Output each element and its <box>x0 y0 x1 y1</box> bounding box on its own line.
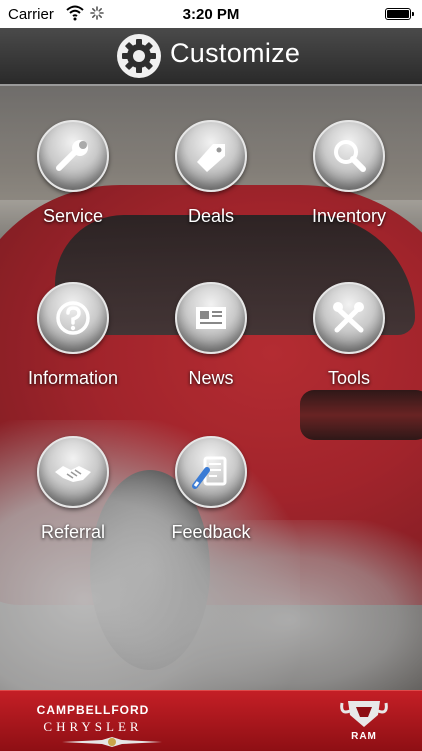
inventory-button[interactable] <box>313 120 385 192</box>
menu-item-referral[interactable]: Referral <box>8 436 138 576</box>
battery-icon <box>385 8 414 20</box>
ram-head-icon <box>340 701 388 727</box>
menu-label: Deals <box>187 206 235 226</box>
menu-item-tools[interactable]: Tools <box>284 282 414 422</box>
information-button[interactable] <box>37 282 109 354</box>
search-icon <box>334 140 366 172</box>
menu-item-inventory[interactable]: Inventory <box>284 120 414 260</box>
feedback-button[interactable] <box>175 436 247 508</box>
chrysler-wing-icon <box>62 737 162 747</box>
feedback-icon <box>192 456 227 489</box>
dealer-brand: CHRYSLER <box>43 719 143 734</box>
menu-item-information[interactable]: Information <box>8 282 138 422</box>
menu-item-feedback[interactable]: Feedback <box>146 436 276 576</box>
newspaper-icon <box>196 307 226 329</box>
clock-label: 3:20 PM <box>182 6 240 23</box>
dealer-logo[interactable]: CAMPBELLFORD CHRYSLER <box>18 701 168 747</box>
tag-icon <box>197 144 225 172</box>
referral-button[interactable] <box>37 436 109 508</box>
footer-bar: CAMPBELLFORD CHRYSLER RAM <box>0 690 422 751</box>
question-icon <box>56 301 90 335</box>
ram-label: RAM <box>351 731 377 742</box>
menu-label: Tools <box>327 368 371 388</box>
menu-label: Feedback <box>171 522 251 542</box>
service-button[interactable] <box>37 120 109 192</box>
menu-item-service[interactable]: Service <box>8 120 138 260</box>
tools-button[interactable] <box>313 282 385 354</box>
menu-item-deals[interactable]: Deals <box>146 120 276 260</box>
wrench-icon <box>56 140 88 171</box>
menu-label: Referral <box>40 522 106 542</box>
tools-icon <box>333 302 364 333</box>
ram-logo[interactable]: RAM <box>338 697 390 747</box>
menu-label: News <box>188 368 234 388</box>
deals-button[interactable] <box>175 120 247 192</box>
menu-label: Information <box>27 368 119 388</box>
app-header: Customize <box>0 28 422 86</box>
handshake-icon <box>55 466 91 482</box>
menu-label: Inventory <box>311 206 387 226</box>
dealer-name: CAMPBELLFORD <box>36 703 150 717</box>
page-title: Customize <box>170 38 301 68</box>
menu-item-news[interactable]: News <box>146 282 276 422</box>
status-bar: Carrier 3:20 PM <box>0 0 422 28</box>
news-button[interactable] <box>175 282 247 354</box>
menu-label: Service <box>42 206 104 226</box>
gear-icon[interactable] <box>116 33 162 79</box>
